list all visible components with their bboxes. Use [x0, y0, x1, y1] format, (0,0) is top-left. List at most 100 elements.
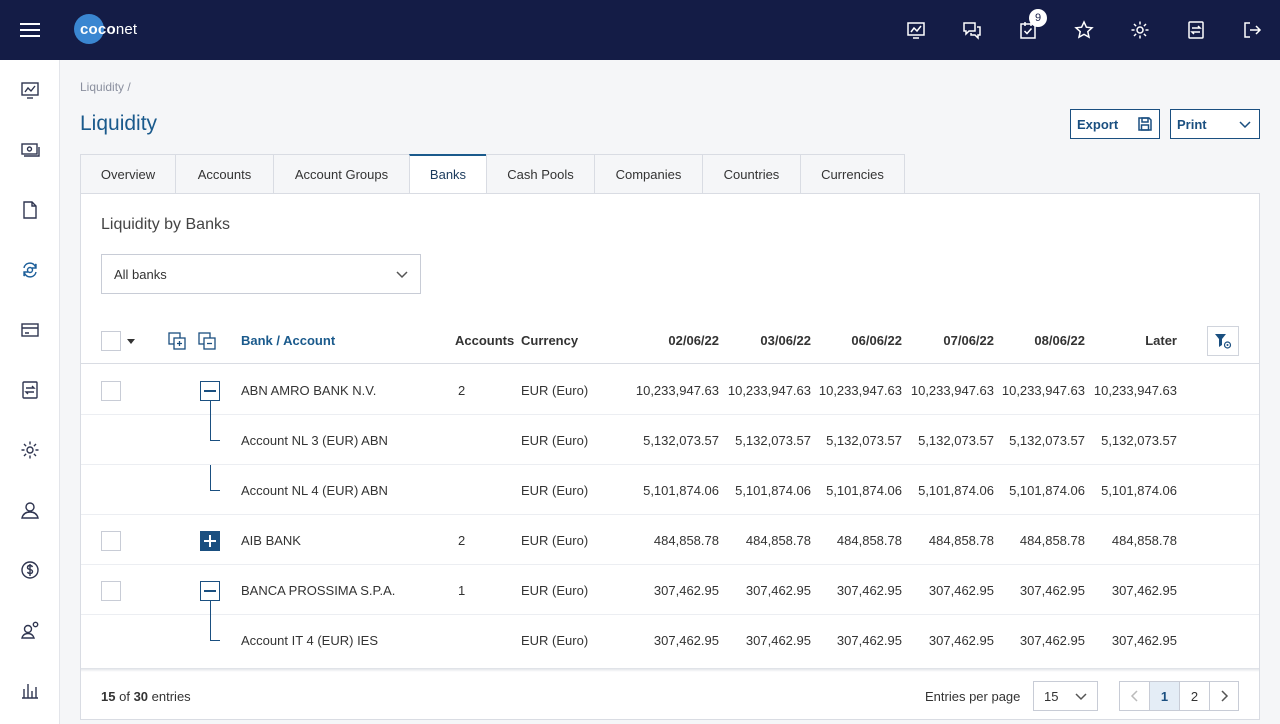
value-cell: 5,101,874.06	[643, 483, 719, 498]
table-row[interactable]: Account NL 3 (EUR) ABN EUR (Euro) 5,132,…	[81, 401, 1259, 465]
tasks-icon[interactable]: 9	[1017, 9, 1047, 41]
expand-all-icon[interactable]	[167, 331, 187, 351]
settings-icon[interactable]	[20, 440, 40, 460]
filter-settings-icon	[1215, 334, 1232, 349]
panel-title: Liquidity by Banks	[101, 216, 230, 233]
value-cell: 307,462.95	[745, 633, 811, 648]
tab-currencies[interactable]: Currencies	[800, 154, 905, 194]
header-bank-account[interactable]: Bank / Account	[241, 333, 335, 348]
entries-per-page-select[interactable]: 15	[1033, 681, 1098, 711]
row-checkbox[interactable]	[101, 581, 121, 601]
logo-text: coconet	[80, 20, 138, 38]
currency: EUR (Euro)	[521, 383, 589, 398]
header-date-3[interactable]: 06/06/22	[851, 333, 902, 348]
accounts-count: 1	[458, 583, 466, 598]
value-cell: 307,462.95	[653, 583, 719, 598]
chart-icon[interactable]	[20, 680, 40, 700]
header-date-5[interactable]: 08/06/22	[1034, 333, 1085, 348]
value-cell: 10,233,947.63	[1093, 383, 1177, 398]
table-row[interactable]: Account IT 4 (EUR) IES EUR (Euro) 307,46…	[81, 601, 1259, 665]
document-icon[interactable]	[20, 200, 40, 220]
select-options-caret-icon[interactable]	[124, 334, 138, 348]
page-title: Liquidity	[80, 112, 158, 135]
dashboard-icon[interactable]	[905, 19, 927, 41]
value-cell: 5,101,874.06	[918, 483, 994, 498]
value-cell: 5,132,073.57	[1009, 433, 1085, 448]
column-settings-button[interactable]	[1207, 326, 1239, 356]
page-2-button[interactable]: 2	[1179, 681, 1209, 711]
chevron-down-icon	[1239, 121, 1251, 129]
value-cell: 484,858.78	[836, 533, 902, 548]
banks-panel: Liquidity by Banks All banks Bank / Acco…	[80, 193, 1260, 720]
collapse-row-icon[interactable]	[200, 581, 220, 601]
export-button[interactable]: Export	[1070, 109, 1160, 139]
sidebar	[0, 60, 60, 724]
prev-page-button[interactable]	[1119, 681, 1149, 711]
chevron-left-icon	[1130, 690, 1138, 702]
report-icon[interactable]	[20, 380, 40, 400]
tab-companies[interactable]: Companies	[594, 154, 702, 194]
liquidity-icon[interactable]	[20, 260, 40, 280]
logout-icon[interactable]	[1241, 19, 1263, 41]
value-cell: 5,101,874.06	[735, 483, 811, 498]
payments-icon[interactable]	[20, 140, 40, 160]
breadcrumb[interactable]: Liquidity /	[80, 80, 131, 94]
bank-filter-select[interactable]: All banks	[101, 254, 421, 294]
next-page-button[interactable]	[1209, 681, 1239, 711]
page-1-button[interactable]: 1	[1149, 681, 1179, 711]
value-cell: 484,858.78	[1019, 533, 1085, 548]
select-all-checkbox[interactable]	[101, 331, 121, 351]
table-row[interactable]: ABN AMRO BANK N.V. 2 EUR (Euro) 10,233,9…	[81, 365, 1259, 415]
chat-icon[interactable]	[961, 19, 983, 41]
value-cell: 307,462.95	[836, 583, 902, 598]
tab-banks[interactable]: Banks	[409, 154, 486, 194]
header-later[interactable]: Later	[1145, 333, 1177, 348]
tab-cash-pools[interactable]: Cash Pools	[486, 154, 594, 194]
value-cell: 307,462.95	[836, 633, 902, 648]
dashboard-icon[interactable]	[20, 80, 40, 100]
table-row[interactable]: BANCA PROSSIMA S.P.A. 1 EUR (Euro) 307,4…	[81, 565, 1259, 615]
header-date-2[interactable]: 03/06/22	[760, 333, 811, 348]
value-cell: 5,132,073.57	[826, 433, 902, 448]
header-currency[interactable]: Currency	[521, 333, 578, 348]
notifications-badge[interactable]: 9	[1029, 9, 1047, 27]
currency-icon[interactable]	[20, 560, 40, 580]
admin-icon[interactable]	[20, 620, 40, 640]
logo[interactable]: coconet	[74, 14, 137, 44]
table-row[interactable]: Account NL 4 (EUR) ABN EUR (Euro) 5,101,…	[81, 465, 1259, 515]
tree-line	[210, 601, 211, 640]
print-button[interactable]: Print	[1170, 109, 1260, 139]
tree-line	[210, 490, 220, 491]
transfer-icon[interactable]	[1185, 19, 1207, 41]
value-cell: 307,462.95	[653, 633, 719, 648]
currency: EUR (Euro)	[521, 583, 589, 598]
tab-countries[interactable]: Countries	[702, 154, 800, 194]
user-icon[interactable]	[20, 500, 40, 520]
value-cell: 5,101,874.06	[1009, 483, 1085, 498]
row-checkbox[interactable]	[101, 531, 121, 551]
pagination: 1 2	[1119, 681, 1239, 711]
menu-icon[interactable]	[20, 22, 40, 38]
star-icon[interactable]	[1073, 19, 1095, 41]
collapse-all-icon[interactable]	[197, 331, 217, 351]
header-date-4[interactable]: 07/06/22	[943, 333, 994, 348]
tab-account-groups[interactable]: Account Groups	[273, 154, 409, 194]
value-cell: 307,462.95	[1111, 583, 1177, 598]
row-checkbox[interactable]	[101, 381, 121, 401]
tab-accounts[interactable]: Accounts	[175, 154, 273, 194]
collapse-row-icon[interactable]	[200, 381, 220, 401]
tab-overview[interactable]: Overview	[80, 154, 175, 194]
card-icon[interactable]	[20, 320, 40, 340]
expand-row-icon[interactable]	[200, 531, 220, 551]
value-cell: 5,132,073.57	[1101, 433, 1177, 448]
bank-name: AIB BANK	[241, 533, 301, 548]
header-date-1[interactable]: 02/06/22	[668, 333, 719, 348]
header-accounts[interactable]: Accounts	[455, 333, 514, 348]
settings-icon[interactable]	[1129, 19, 1151, 41]
accounts-count: 2	[458, 383, 466, 398]
table-row[interactable]: AIB BANK 2 EUR (Euro) 484,858.78 484,858…	[81, 515, 1259, 565]
print-label: Print	[1177, 116, 1207, 132]
value-cell: 5,132,073.57	[735, 433, 811, 448]
value-cell: 307,462.95	[745, 583, 811, 598]
value-cell: 307,462.95	[928, 633, 994, 648]
